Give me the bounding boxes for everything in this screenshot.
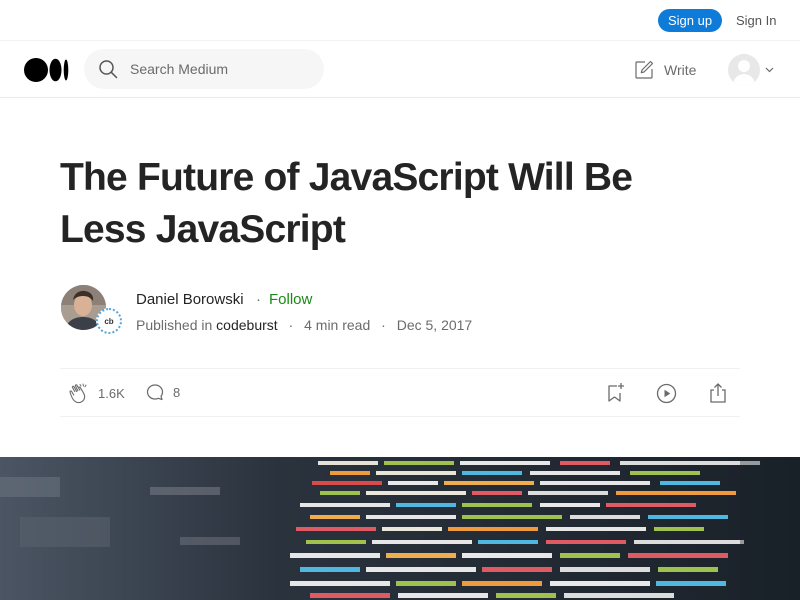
separator: · [381,317,386,333]
article-title: The Future of JavaScript Will Be Less Ja… [60,156,633,251]
published-prefix: Published in [136,317,213,333]
search-bar[interactable] [84,49,324,89]
clap-button[interactable]: 1.6K [69,382,125,404]
article-meta: Published in codeburst · 4 min read · De… [136,317,472,333]
write-label: Write [664,62,697,78]
clap-icon [69,383,87,404]
share-icon[interactable] [707,382,729,404]
avatar [728,54,760,86]
comment-icon [146,384,164,401]
publish-date: Dec 5, 2017 [396,317,473,333]
write-icon [635,60,654,79]
bookmark-add-icon[interactable] [604,382,626,404]
nav-bar: Write [0,41,800,98]
medium-logo[interactable] [24,58,70,82]
follow-button[interactable]: Follow [269,291,312,308]
separator: · [288,317,294,333]
search-input[interactable] [130,59,310,79]
sign-in-link[interactable]: Sign In [736,13,776,28]
sign-up-button[interactable]: Sign up [658,9,722,32]
hero-image [0,457,800,600]
search-icon [99,60,118,79]
publication-link[interactable]: codeburst [216,317,277,333]
responses-count: 8 [173,385,181,400]
chevron-down-icon [765,67,774,73]
write-button[interactable]: Write [633,59,696,81]
separator: · [256,291,261,308]
responses-button[interactable]: 8 [145,382,180,403]
publication-badge[interactable]: cb [96,308,122,334]
user-menu[interactable] [728,54,774,86]
action-bar: 1.6K 8 [60,368,740,417]
clap-count: 1.6K [98,385,125,401]
top-bar: Sign up Sign In [0,0,800,41]
read-time: 4 min read [304,317,371,333]
author-name[interactable]: Daniel Borowski [136,291,244,308]
play-icon[interactable] [656,383,677,404]
